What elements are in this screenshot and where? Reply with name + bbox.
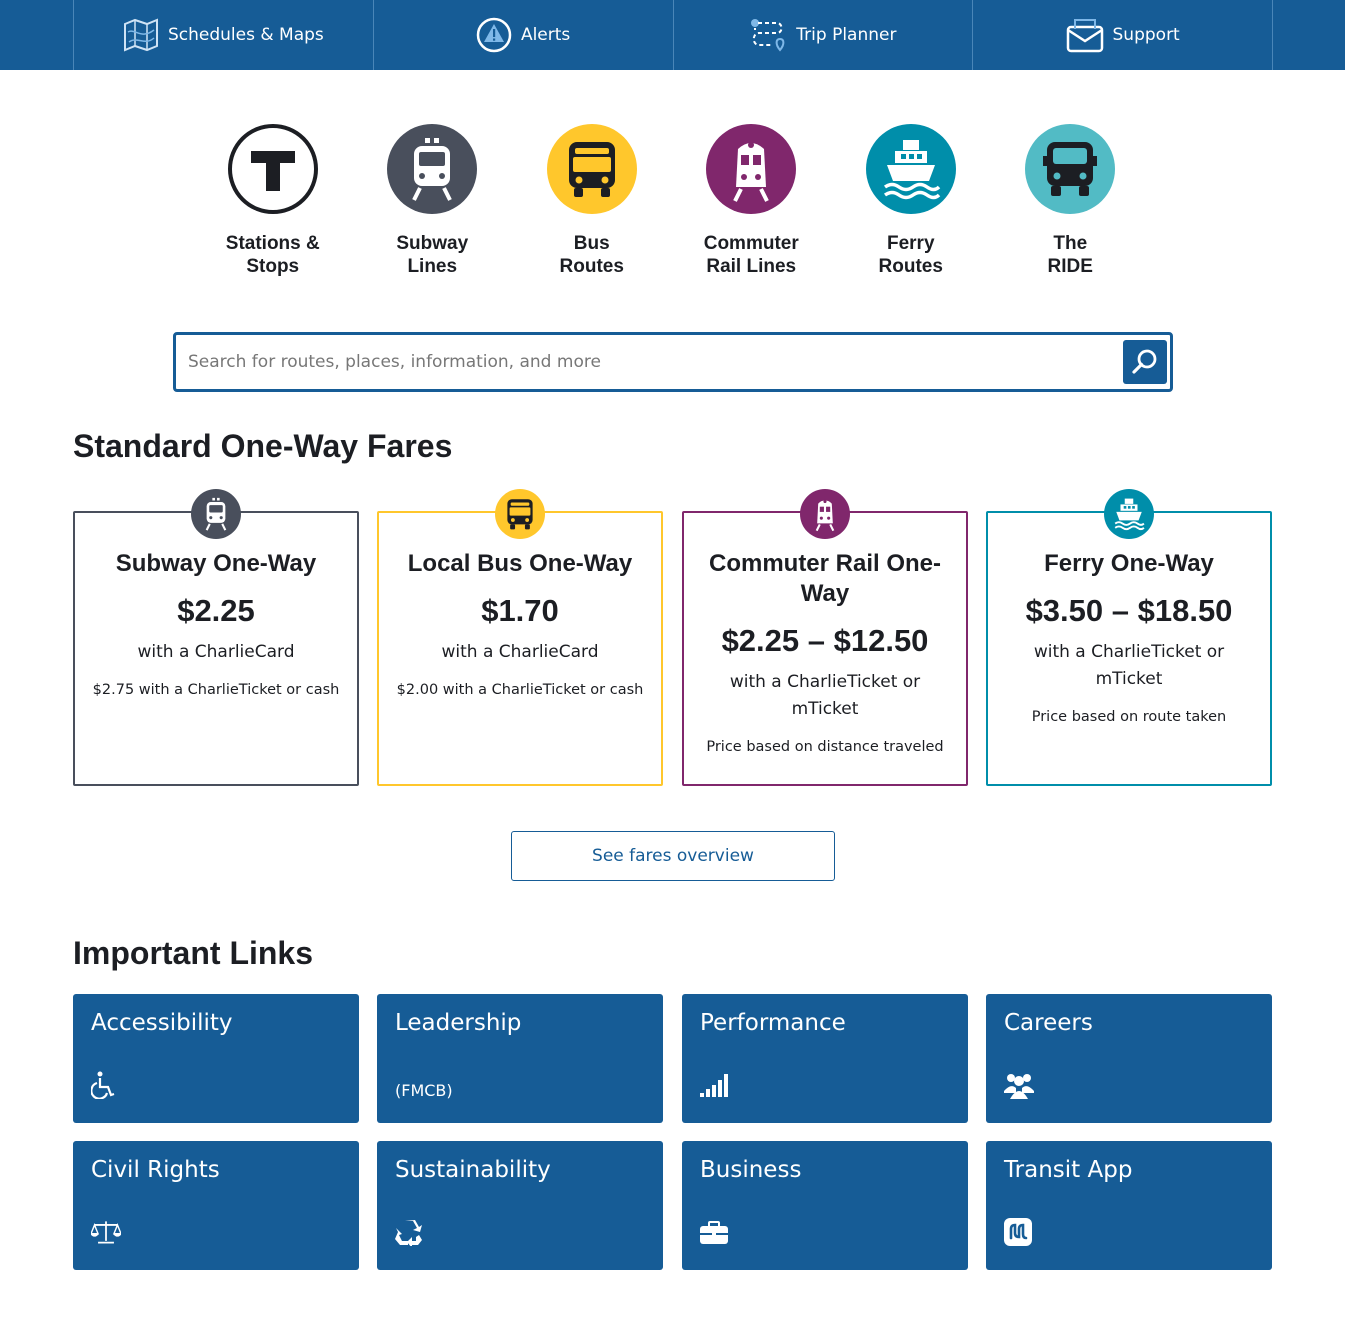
- mode-stations-stops[interactable]: Stations & Stops: [193, 124, 353, 278]
- commuter-rail-icon: [800, 489, 850, 539]
- ride-van-icon: [1025, 124, 1116, 214]
- fare-title: Local Bus One-Way: [407, 550, 633, 577]
- top-nav: Schedules & Maps Alerts Trip Planner Sup…: [0, 0, 1345, 70]
- nav-label: Trip Planner: [796, 25, 897, 45]
- nav-schedules-maps[interactable]: Schedules & Maps: [74, 0, 374, 70]
- nav-trip-planner[interactable]: Trip Planner: [674, 0, 974, 70]
- fare-note: $2.00 with a CharlieTicket or cash: [396, 682, 644, 698]
- fare-note: $2.75 with a CharlieTicket or cash: [92, 682, 340, 698]
- nav-alerts[interactable]: Alerts: [374, 0, 674, 70]
- search-input[interactable]: [188, 343, 1108, 381]
- link-leadership[interactable]: Leadership (FMCB): [377, 994, 663, 1123]
- fare-payment: with a CharlieTicket or mTicket: [729, 672, 921, 719]
- link-performance[interactable]: Performance: [682, 994, 968, 1123]
- fare-price: $2.25: [177, 593, 255, 628]
- link-title: Leadership: [395, 1010, 522, 1036]
- fare-price: $3.50 – $18.50: [1025, 593, 1233, 628]
- fare-payment: with a CharlieCard: [441, 642, 599, 662]
- fare-payment: with a CharlieTicket or mTicket: [1033, 642, 1225, 689]
- nav-support[interactable]: Support: [973, 0, 1273, 70]
- people-group-icon: [1004, 1070, 1034, 1100]
- scales-icon: [91, 1217, 121, 1247]
- important-links-heading: Important Links: [73, 935, 314, 971]
- search-bar: [173, 332, 1173, 392]
- mode-label: Bus Routes: [559, 233, 624, 277]
- link-subtitle: (FMCB): [395, 1081, 453, 1100]
- subway-icon: [387, 124, 478, 214]
- link-title: Transit App: [1004, 1157, 1133, 1183]
- alert-icon: [476, 17, 512, 53]
- t-logo-icon: [227, 124, 318, 214]
- fare-card-subway: Subway One-Way $2.25 with a CharlieCard …: [73, 489, 359, 786]
- mode-label: The RIDE: [1047, 233, 1093, 277]
- link-accessibility[interactable]: Accessibility: [73, 994, 359, 1123]
- mode-label: Commuter Rail Lines: [703, 233, 799, 277]
- fare-price: $2.25 – $12.50: [721, 623, 929, 658]
- fare-note: Price based on route taken: [1031, 709, 1227, 725]
- search-icon: [1132, 349, 1157, 374]
- bus-icon: [495, 489, 545, 539]
- mode-subway-lines[interactable]: Subway Lines: [353, 124, 513, 278]
- top-nav-items: Schedules & Maps Alerts Trip Planner Sup…: [73, 0, 1273, 70]
- fares-heading: Standard One-Way Fares: [73, 428, 453, 464]
- link-transit-app[interactable]: Transit App: [986, 1141, 1272, 1270]
- fare-card-ferry: Ferry One-Way $3.50 – $18.50 with a Char…: [986, 489, 1272, 786]
- link-careers[interactable]: Careers: [986, 994, 1272, 1123]
- link-title: Business: [700, 1157, 802, 1183]
- bus-icon: [546, 124, 637, 214]
- briefcase-icon: [700, 1217, 730, 1247]
- map-icon: [123, 18, 159, 52]
- nav-label: Support: [1112, 25, 1180, 45]
- nav-label: Schedules & Maps: [167, 25, 324, 45]
- link-title: Sustainability: [395, 1157, 551, 1183]
- fare-title: Ferry One-Way: [1044, 550, 1214, 577]
- mode-label: Subway Lines: [396, 233, 469, 277]
- mode-label: Ferry Routes: [878, 233, 943, 277]
- nav-label: Alerts: [520, 25, 571, 45]
- ferry-icon: [1104, 489, 1154, 539]
- signal-bars-icon: [700, 1070, 730, 1100]
- link-sustainability[interactable]: Sustainability: [377, 1141, 663, 1270]
- fare-payment: with a CharlieCard: [137, 642, 295, 662]
- link-title: Careers: [1004, 1010, 1093, 1036]
- mode-commuter-rail[interactable]: Commuter Rail Lines: [672, 124, 832, 278]
- fare-title: Subway One-Way: [115, 550, 317, 577]
- see-fares-overview-button[interactable]: See fares overview: [511, 831, 835, 881]
- wheelchair-icon: [91, 1070, 121, 1100]
- link-title: Performance: [700, 1010, 846, 1036]
- mode-bus-routes[interactable]: Bus Routes: [512, 124, 672, 278]
- fare-card-bus: Local Bus One-Way $1.70 with a CharlieCa…: [377, 489, 663, 786]
- transit-app-icon: [1004, 1217, 1034, 1247]
- trip-planner-icon: [749, 17, 787, 53]
- link-civil-rights[interactable]: Civil Rights: [73, 1141, 359, 1270]
- fare-note: Price based on distance traveled: [706, 739, 944, 755]
- recycle-icon: [395, 1217, 425, 1247]
- fare-price: $1.70: [481, 593, 559, 628]
- fare-title: Commuter Rail One-Way: [708, 550, 942, 607]
- link-title: Civil Rights: [91, 1157, 220, 1183]
- search-button[interactable]: [1123, 340, 1167, 384]
- fare-card-commuter-rail: Commuter Rail One-Way $2.25 – $12.50 wit…: [682, 489, 968, 786]
- mode-ferry-routes[interactable]: Ferry Routes: [831, 124, 991, 278]
- subway-icon: [191, 489, 241, 539]
- mode-the-ride[interactable]: The RIDE: [991, 124, 1151, 278]
- mode-label: Stations & Stops: [225, 233, 320, 277]
- link-business[interactable]: Business: [682, 1141, 968, 1270]
- mode-links: Stations & Stops Subway Lines Bus Routes…: [193, 124, 1150, 278]
- commuter-rail-icon: [706, 124, 797, 214]
- link-title: Accessibility: [91, 1010, 233, 1036]
- support-icon: [1066, 17, 1104, 53]
- ferry-icon: [865, 124, 956, 214]
